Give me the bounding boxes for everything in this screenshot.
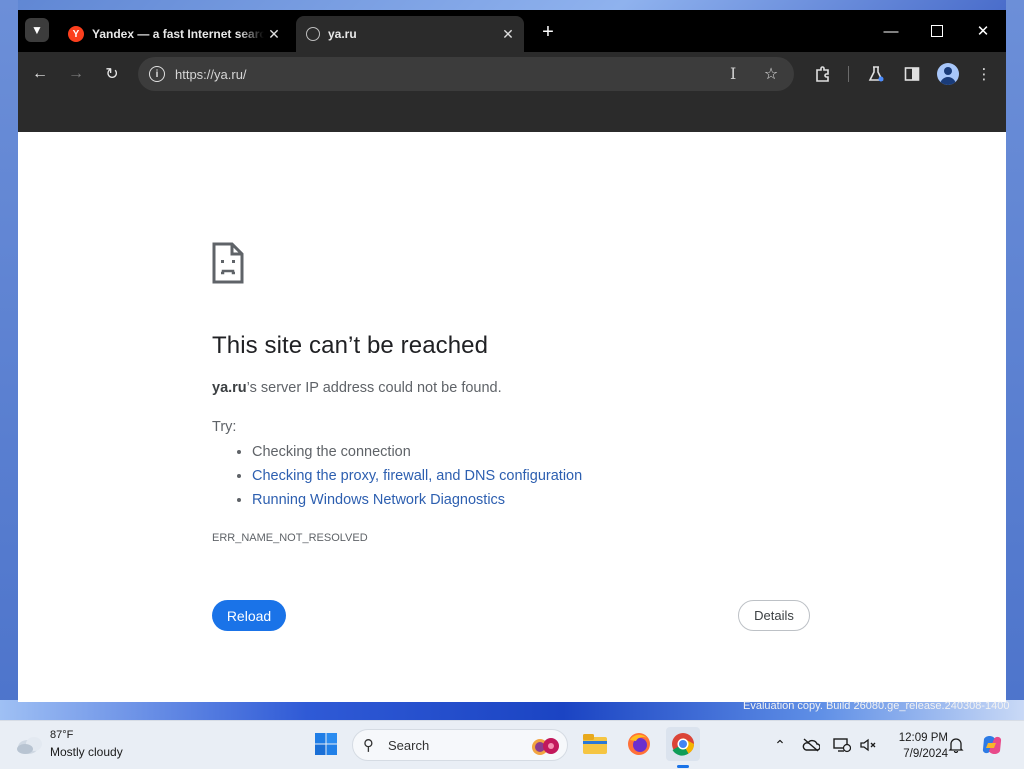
toolbar-divider [848, 66, 849, 82]
arrow-right-icon: → [68, 65, 84, 82]
error-page: This site can’t be reached ya.ru’s serve… [18, 132, 1006, 702]
chevron-up-icon[interactable]: ⌃ [770, 735, 790, 755]
yandex-favicon: Y [68, 26, 84, 42]
system-clock[interactable]: 12:09 PM 7/9/2024 [884, 730, 948, 762]
minimize-button[interactable]: — [876, 18, 906, 44]
browser-window: ▼ Y Yandex — a fast Internet search ✕ ya… [18, 10, 1006, 702]
suggestion-item: Checking the proxy, firewall, and DNS co… [252, 464, 582, 488]
search-icon: ⚲ [363, 737, 374, 754]
back-button[interactable]: ← [28, 62, 52, 86]
globe-icon [306, 27, 320, 41]
error-description: ya.ru’s server IP address could not be f… [212, 380, 502, 396]
evaluation-watermark: Evaluation copy. Build 26080.ge_release.… [743, 700, 1010, 712]
details-button[interactable]: Details [738, 600, 810, 631]
close-icon[interactable]: ✕ [498, 24, 518, 44]
copilot-icon[interactable] [980, 733, 1004, 757]
labs-flask-icon[interactable] [864, 62, 888, 86]
tab-strip: ▼ Y Yandex — a fast Internet search ✕ ya… [18, 10, 1006, 52]
tab-title: Yandex — a fast Internet search [92, 27, 264, 41]
sad-page-icon [212, 242, 244, 284]
tab-yandex[interactable]: Y Yandex — a fast Internet search ✕ [58, 16, 290, 52]
chevron-down-icon: ▼ [31, 23, 43, 37]
tab-search-button[interactable]: ▼ [25, 18, 49, 42]
error-host: ya.ru [212, 380, 247, 396]
file-explorer-icon[interactable] [582, 731, 608, 757]
reload-icon: ↻ [105, 66, 119, 83]
plus-icon: + [542, 20, 554, 43]
network-diagnostics-link[interactable]: Running Windows Network Diagnostics [252, 492, 505, 508]
extensions-icon[interactable] [811, 62, 835, 86]
close-icon: ✕ [976, 23, 990, 40]
weather-temperature: 87°F [50, 729, 74, 741]
clock-date: 7/9/2024 [903, 748, 948, 760]
volume-muted-icon[interactable] [858, 735, 878, 755]
minimize-icon: — [883, 22, 899, 40]
more-menu-icon[interactable]: ⋮ [972, 62, 996, 86]
error-code: ERR_NAME_NOT_RESOLVED [212, 532, 368, 544]
try-label: Try: [212, 419, 237, 435]
suggestion-item: Checking the connection [252, 440, 582, 464]
onedrive-offline-icon[interactable] [801, 735, 821, 755]
suggestion-item: Running Windows Network Diagnostics [252, 488, 582, 512]
search-highlight-icon [532, 738, 559, 755]
notification-bell-icon[interactable] [946, 735, 966, 755]
tab-title: ya.ru [328, 27, 357, 41]
weather-condition: Mostly cloudy [50, 745, 123, 759]
site-info-icon[interactable]: i [149, 66, 165, 82]
profile-avatar[interactable] [937, 63, 959, 85]
desktop-background-right [1006, 0, 1024, 720]
maximize-button[interactable] [922, 18, 952, 44]
maximize-icon [931, 25, 943, 37]
forward-button[interactable]: → [64, 62, 88, 86]
reload-button[interactable]: Reload [212, 600, 286, 631]
proxy-firewall-dns-link[interactable]: Checking the proxy, firewall, and DNS co… [252, 468, 582, 484]
address-bar[interactable]: i https://ya.ru/ ☆ [138, 57, 794, 91]
weather-widget[interactable]: 87°F Mostly cloudy [16, 729, 156, 763]
search-label: Search [388, 738, 430, 753]
clock-time: 12:09 PM [898, 732, 948, 744]
url-text[interactable]: https://ya.ru/ [175, 67, 760, 82]
reload-page-button[interactable]: ↻ [100, 62, 124, 86]
chrome-icon [672, 733, 694, 756]
arrow-left-icon: ← [32, 65, 48, 82]
side-panel-icon[interactable] [900, 62, 924, 86]
windows-start-icon[interactable] [314, 732, 338, 756]
new-tab-button[interactable]: + [536, 20, 560, 44]
chrome-taskbar-button[interactable] [666, 727, 700, 761]
firefox-icon[interactable] [626, 731, 652, 757]
error-title: This site can’t be reached [212, 332, 489, 359]
close-icon[interactable]: ✕ [264, 24, 284, 44]
taskbar-search[interactable]: ⚲ Search [352, 729, 568, 761]
text-cursor-icon: I [730, 64, 737, 83]
bookmark-star-icon[interactable]: ☆ [760, 63, 782, 85]
error-description-text: ’s server IP address could not be found. [246, 380, 502, 396]
close-window-button[interactable]: ✕ [968, 18, 998, 44]
tab-ya-ru[interactable]: ya.ru ✕ [296, 16, 524, 52]
cloud-icon [17, 737, 42, 754]
taskbar: 87°F Mostly cloudy ⚲ Search ⌃ 12:09 PM 7… [0, 720, 1024, 769]
suggestion-text: Checking the connection [252, 444, 411, 460]
suggestions-list: Checking the connection Checking the pro… [212, 440, 582, 512]
network-disconnected-icon[interactable] [832, 735, 852, 755]
desktop-background-left [0, 0, 18, 720]
